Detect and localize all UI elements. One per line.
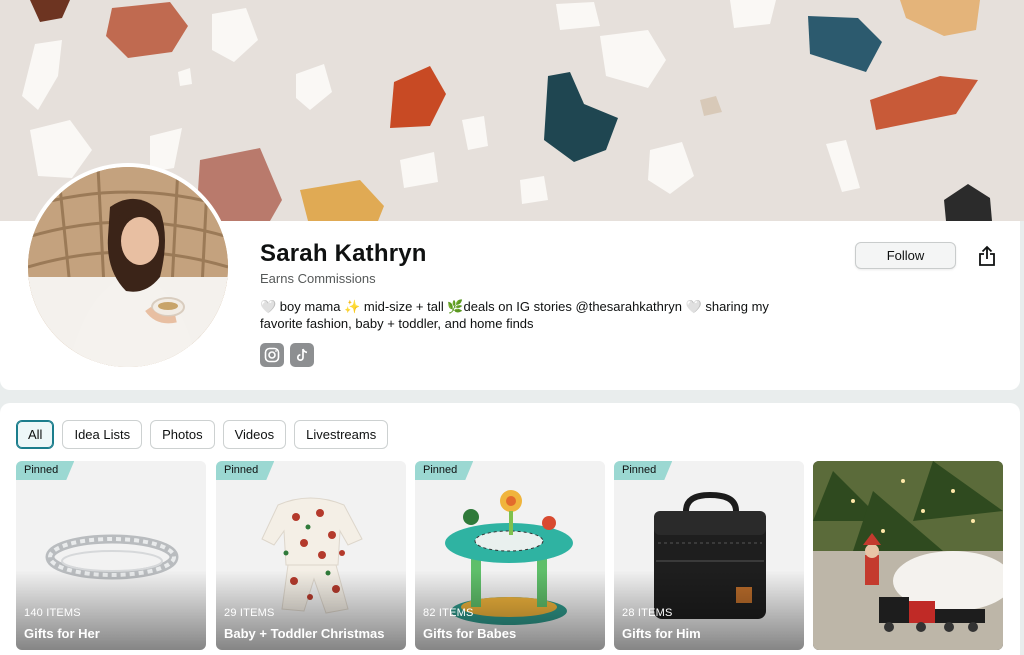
pinned-badge: Pinned [216, 461, 274, 480]
share-icon[interactable] [975, 243, 999, 269]
profile-name: Sarah Kathryn [260, 240, 427, 267]
earns-commissions-label: Earns Commissions [260, 271, 376, 286]
tiktok-icon[interactable] [290, 343, 314, 367]
tab-idea-lists[interactable]: Idea Lists [62, 420, 143, 449]
pinned-badge: Pinned [614, 461, 672, 480]
instagram-icon[interactable] [260, 343, 284, 367]
filter-tabs: All Idea Lists Photos Videos Livestreams [16, 420, 389, 449]
photo-card[interactable] [813, 461, 1003, 650]
item-count: 82 ITEMS [423, 607, 474, 619]
follow-button[interactable]: Follow [855, 242, 956, 269]
pinned-badge: Pinned [16, 461, 74, 480]
idea-list-card[interactable]: Pinned 140 ITEMS Gifts for Her [16, 461, 206, 650]
pinned-badge: Pinned [415, 461, 473, 480]
social-links [260, 343, 314, 367]
christmas-train-photo [813, 461, 1003, 650]
list-title: Gifts for Babes [423, 626, 517, 641]
profile-bio: 🤍 boy mama ✨ mid-size + tall 🌿deals on I… [260, 299, 769, 331]
tab-livestreams[interactable]: Livestreams [294, 420, 389, 449]
tab-photos[interactable]: Photos [150, 420, 215, 449]
list-title: Gifts for Her [24, 626, 100, 641]
idea-list-card[interactable]: Pinned 82 ITEMS Gifts for Babes [415, 461, 605, 650]
tab-videos[interactable]: Videos [222, 420, 287, 449]
item-count: 140 ITEMS [24, 607, 81, 619]
idea-list-card[interactable]: Pinned 28 ITEMS Gifts for Him [614, 461, 804, 650]
tab-all[interactable]: All [16, 420, 55, 449]
list-title: Baby + Toddler Christmas [224, 626, 385, 641]
avatar-photo [28, 167, 228, 367]
avatar[interactable] [24, 163, 232, 371]
item-count: 28 ITEMS [622, 607, 673, 619]
list-title: Gifts for Him [622, 626, 701, 641]
idea-list-card[interactable]: Pinned 29 ITEMS Baby + Toddler Christmas [216, 461, 406, 650]
item-count: 29 ITEMS [224, 607, 275, 619]
